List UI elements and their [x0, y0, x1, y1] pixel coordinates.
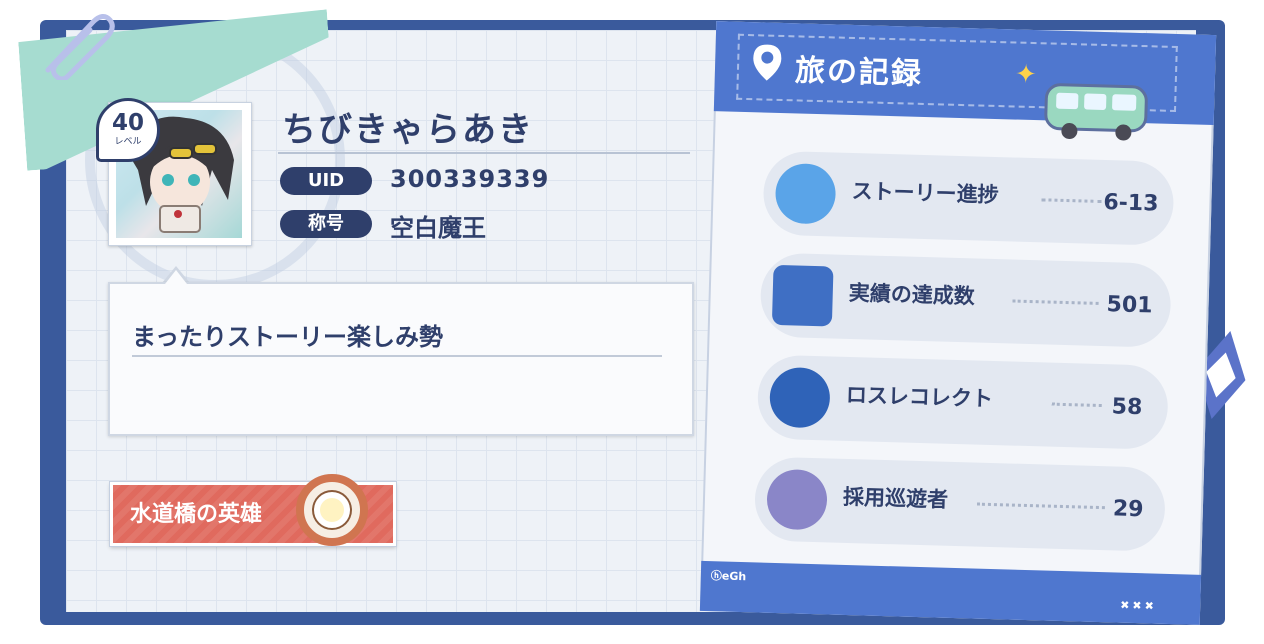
footer-marks: ✖✖✖	[1120, 598, 1158, 613]
uid-value[interactable]: 300339339	[390, 165, 549, 193]
bio-underline	[132, 355, 662, 357]
journey-record-panel: 旅の記録 ✦ ストーリー進捗 6-13 実績の達成数 501 ロスレコレクト 5…	[699, 21, 1217, 625]
title-label: 称号	[280, 210, 372, 238]
footer-brand: ⓗeGh	[710, 569, 747, 584]
achievement-book-icon	[771, 264, 834, 327]
bio-text: まったりストーリー楽しみ勢	[132, 323, 444, 351]
lifebuoy-center	[314, 492, 350, 528]
journey-row-label: ストーリー進捗	[851, 178, 999, 208]
level-number: 40	[111, 110, 144, 136]
uid-label: UID	[280, 167, 372, 195]
journey-row-label: ロスレコレクト	[845, 382, 994, 411]
journey-row-label: 採用巡遊者	[842, 484, 949, 512]
bio-box[interactable]	[108, 282, 694, 436]
player-name: ちびきゃらあき	[282, 110, 534, 150]
hero-badge-text: 水道橋の英雄	[130, 502, 263, 527]
van-icon	[1044, 83, 1148, 141]
journey-row-value: 501	[1106, 292, 1153, 319]
location-pin-icon	[753, 44, 782, 81]
title-value: 空白魔王	[390, 214, 486, 242]
level-label: レベル	[114, 137, 142, 147]
journey-row-value: 6-13	[1103, 190, 1159, 217]
journey-row-label: 実績の達成数	[848, 280, 976, 309]
sparkle-icon: ✦	[1014, 59, 1038, 91]
journey-title: 旅の記録	[794, 53, 924, 92]
paperclip-icon	[45, 14, 115, 80]
name-divider	[278, 152, 690, 154]
journey-row-value: 29	[1112, 496, 1144, 523]
bio-pointer-fill	[165, 270, 187, 284]
level-badge: 40 レベル	[96, 98, 160, 162]
journey-row-value: 58	[1111, 394, 1143, 421]
